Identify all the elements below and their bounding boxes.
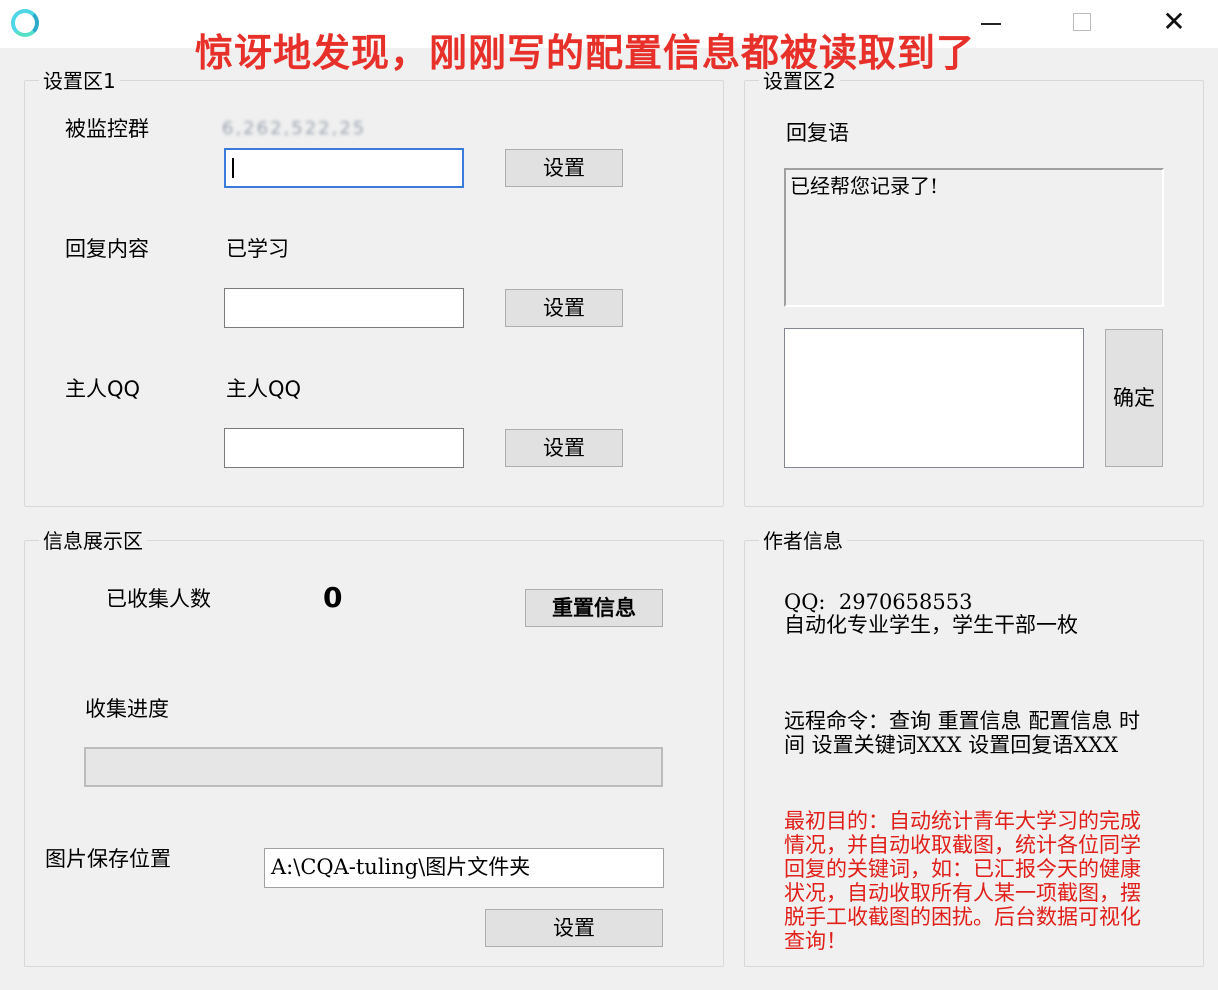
remote-commands: 远程命令：查询 重置信息 配置信息 时间 设置关键词XXX 设置回复语XXX <box>784 709 1141 757</box>
set-save-path-button[interactable]: 设置 <box>485 909 663 947</box>
app-ring-icon <box>11 9 39 37</box>
owner-qq-label: 主人QQ <box>65 377 141 401</box>
close-button[interactable]: ✕ <box>1128 0 1218 44</box>
monitored-group-label: 被监控群 <box>65 117 149 141</box>
collection-progress-bar <box>84 747 663 787</box>
save-path-input[interactable]: A:\CQA-tuling\图片文件夹 <box>264 848 664 888</box>
author-info-group-legend: 作者信息 <box>759 529 847 553</box>
reply-phrase-label: 回复语 <box>786 121 849 145</box>
reply-content-value: 已学习 <box>226 237 289 261</box>
author-qq: QQ: 2970658553 <box>784 590 973 614</box>
collected-count-label: 已收集人数 <box>106 587 211 611</box>
set-monitored-group-button[interactable]: 设置 <box>505 149 623 187</box>
set-reply-content-button[interactable]: 设置 <box>505 289 623 327</box>
settings-group-1-legend: 设置区1 <box>39 69 120 93</box>
close-icon: ✕ <box>1162 5 1186 38</box>
monitored-group-value: 6,262,522,25 <box>222 118 367 139</box>
monitored-group-input[interactable] <box>224 148 464 188</box>
maximize-button[interactable] <box>1036 0 1128 44</box>
progress-label: 收集进度 <box>85 697 169 721</box>
owner-qq-input[interactable] <box>224 428 464 468</box>
info-display-group-legend: 信息展示区 <box>39 529 147 553</box>
maximize-icon <box>1073 13 1091 31</box>
reply-content-label: 回复内容 <box>65 237 149 261</box>
set-owner-qq-button[interactable]: 设置 <box>505 429 623 467</box>
collected-count-value: 0 <box>323 581 343 614</box>
minimize-icon <box>981 23 1001 25</box>
reply-content-input[interactable] <box>224 288 464 328</box>
original-purpose: 最初目的：自动统计青年大学习的完成情况，并自动收取截图，统计各位同学回复的关键词… <box>784 809 1141 953</box>
settings-group-2-legend: 设置区2 <box>759 69 840 93</box>
reset-info-button[interactable]: 重置信息 <box>525 589 663 627</box>
save-path-label: 图片保存位置 <box>45 847 171 871</box>
owner-qq-value: 主人QQ <box>226 377 302 401</box>
text-caret <box>232 158 234 178</box>
author-bio: 自动化专业学生，学生干部一枚 <box>784 613 1078 637</box>
confirm-reply-button[interactable]: 确定 <box>1105 329 1163 467</box>
annotation-banner: 惊讶地发现，刚刚写的配置信息都被读取到了 <box>195 31 976 75</box>
reply-phrase-display: 已经帮您记录了! <box>784 168 1164 307</box>
new-reply-phrase-input[interactable] <box>784 328 1084 468</box>
